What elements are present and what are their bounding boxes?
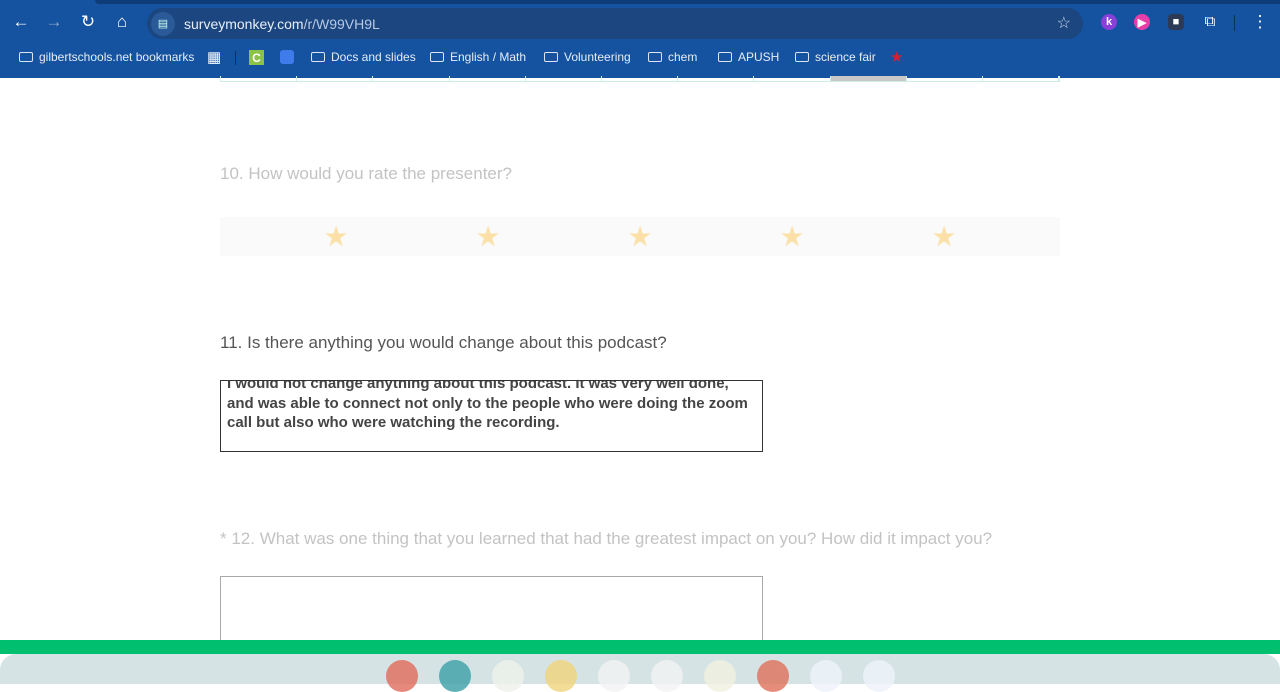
matrix-cell[interactable] bbox=[602, 76, 679, 81]
star-2-icon[interactable]: ★ bbox=[475, 220, 500, 253]
matrix-cell[interactable] bbox=[450, 76, 526, 81]
matrix-cell[interactable] bbox=[221, 76, 298, 81]
chrome-app-icon[interactable] bbox=[756, 660, 789, 692]
bookmark-label: APUSH bbox=[738, 50, 780, 64]
star-rating: ★ ★ ★ ★ ★ bbox=[220, 217, 1060, 256]
extension-video-icon[interactable]: ▶ bbox=[1134, 14, 1150, 30]
forward-icon[interactable]: → bbox=[42, 12, 66, 32]
folder-icon bbox=[795, 52, 809, 62]
bookmark-science-fair[interactable]: science fair bbox=[795, 50, 876, 64]
star-3-icon[interactable]: ★ bbox=[627, 220, 652, 253]
question-12-title: * 12. What was one thing that you learne… bbox=[220, 529, 993, 548]
survey-footer-bar bbox=[0, 640, 1280, 654]
bookmark-c-icon[interactable]: C bbox=[249, 50, 264, 65]
google-drive-app-icon[interactable] bbox=[597, 660, 630, 692]
question-11-title: 11. Is there anything you would change a… bbox=[220, 333, 667, 352]
star-4-icon[interactable]: ★ bbox=[779, 220, 804, 253]
notes-app-icon[interactable] bbox=[703, 660, 736, 692]
gmail-app-icon[interactable] bbox=[650, 660, 683, 692]
google-keep-app-icon[interactable] bbox=[544, 660, 577, 692]
matrix-cell[interactable] bbox=[907, 76, 983, 81]
classroom-screen-app-icon[interactable] bbox=[438, 660, 471, 692]
folder-icon bbox=[718, 52, 732, 62]
question-11-answer-input[interactable]: I would not change anything about this p… bbox=[220, 380, 763, 452]
matrix-cell[interactable] bbox=[983, 76, 1060, 81]
google-docs-app-icon[interactable] bbox=[809, 660, 842, 692]
bookmark-label: science fair bbox=[815, 50, 876, 64]
folder-icon bbox=[430, 52, 444, 62]
matrix-cell[interactable] bbox=[373, 76, 450, 81]
reload-icon[interactable]: ↻ bbox=[76, 12, 100, 32]
url-text: surveymonkey.com/r/W99VH9L bbox=[184, 15, 380, 32]
menu-kebab-icon[interactable]: ⋮ bbox=[1248, 12, 1272, 32]
matrix-cell[interactable] bbox=[526, 76, 602, 81]
site-info-icon[interactable]: ▤ bbox=[151, 11, 175, 36]
matrix-cell[interactable] bbox=[754, 76, 831, 81]
browser-toolbar: ← → ↻ ⌂ ▤ surveymonkey.com/r/W99VH9L ☆ k… bbox=[0, 0, 1280, 78]
folder-icon bbox=[544, 52, 558, 62]
star-5-icon[interactable]: ★ bbox=[931, 220, 956, 253]
bookmark-chem[interactable]: chem bbox=[648, 50, 697, 64]
divider bbox=[1234, 15, 1235, 31]
apps-grid-icon[interactable]: ▦ bbox=[207, 48, 221, 66]
bookmark-star-flag-icon[interactable]: ★ bbox=[890, 48, 903, 66]
extensions-puzzle-icon[interactable]: ⧉ bbox=[1198, 13, 1222, 30]
extension-k-icon[interactable]: k bbox=[1101, 14, 1117, 30]
divider bbox=[235, 51, 236, 65]
bookmark-apush[interactable]: APUSH bbox=[718, 50, 779, 64]
previous-question-matrix bbox=[220, 76, 1060, 82]
canvas-app-icon[interactable] bbox=[385, 660, 418, 692]
play-store-app-icon[interactable] bbox=[862, 660, 895, 692]
home-icon[interactable]: ⌂ bbox=[110, 12, 134, 32]
folder-icon bbox=[311, 52, 325, 62]
matrix-cell[interactable] bbox=[297, 76, 374, 81]
address-bar[interactable]: ▤ surveymonkey.com/r/W99VH9L ☆ bbox=[147, 8, 1083, 39]
question-12-answer-input[interactable] bbox=[220, 576, 763, 646]
bookmark-gilbertschools[interactable]: gilbertschools.net bookmarks bbox=[19, 50, 194, 64]
os-shelf bbox=[0, 654, 1280, 692]
bookmark-volunteering[interactable]: Volunteering bbox=[544, 50, 631, 64]
bookmark-label: gilbertschools.net bookmarks bbox=[39, 50, 195, 64]
bookmark-english-math[interactable]: English / Math bbox=[430, 50, 526, 64]
folder-icon bbox=[648, 52, 662, 62]
bookmark-docs-and-slides[interactable]: Docs and slides bbox=[311, 50, 416, 64]
extension-cast-icon[interactable]: ■ bbox=[1168, 14, 1184, 30]
question-10-title: 10. How would you rate the presenter? bbox=[220, 164, 513, 183]
tab-strip bbox=[95, 0, 1280, 4]
matrix-cell[interactable] bbox=[678, 76, 755, 81]
bookmark-label: chem bbox=[668, 50, 698, 64]
bookmark-blue-icon[interactable] bbox=[280, 50, 294, 64]
matrix-cell-selected[interactable] bbox=[830, 76, 907, 81]
google-classroom-app-icon[interactable] bbox=[491, 660, 524, 692]
star-1-icon[interactable]: ★ bbox=[323, 220, 348, 253]
bookmark-label: English / Math bbox=[450, 50, 527, 64]
managed-folder-icon bbox=[19, 52, 33, 62]
bookmark-label: Volunteering bbox=[564, 50, 631, 64]
back-icon[interactable]: ← bbox=[9, 12, 33, 32]
answer-text: I would not change anything about this p… bbox=[227, 380, 748, 431]
bookmark-star-icon[interactable]: ☆ bbox=[1057, 13, 1071, 33]
bookmark-label: Docs and slides bbox=[331, 50, 416, 64]
